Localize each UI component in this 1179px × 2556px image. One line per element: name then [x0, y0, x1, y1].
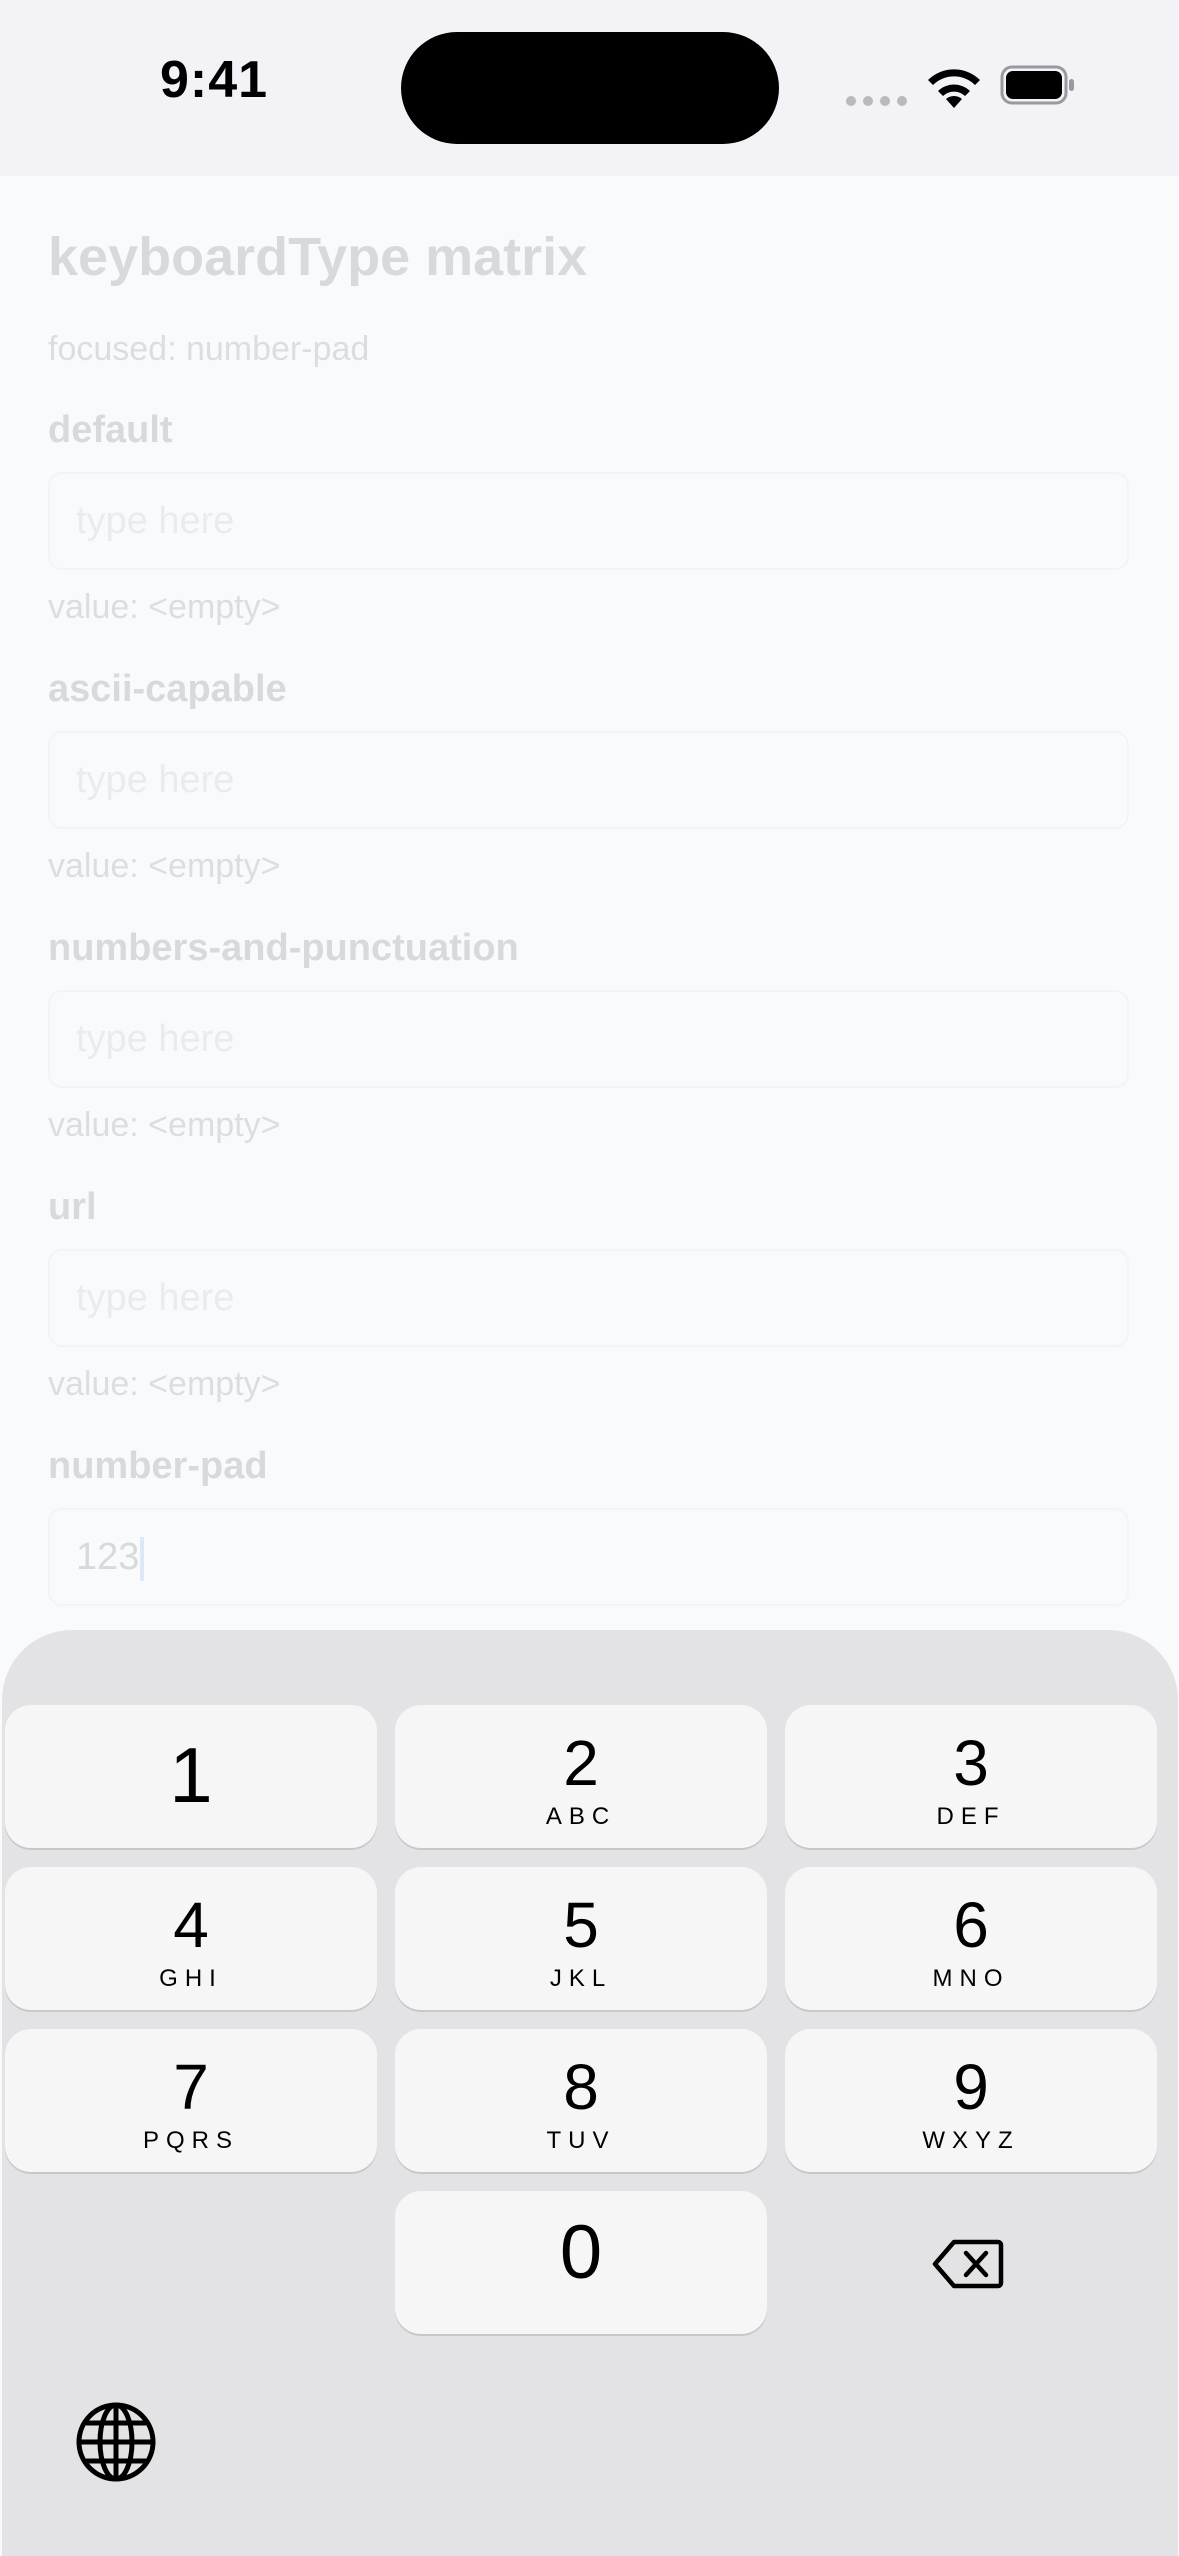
input-placeholder: type here [76, 759, 235, 801]
key-9[interactable]: 9 WXYZ [785, 2029, 1157, 2172]
key-7[interactable]: 7 PQRS [5, 2029, 377, 2172]
field-label-default: default [48, 409, 173, 451]
delete-backspace-icon[interactable] [932, 2238, 1004, 2290]
input-default[interactable]: type here [48, 472, 1129, 570]
key-4[interactable]: 4 GHI [5, 1867, 377, 2010]
value-default: value: <empty> [48, 588, 281, 626]
field-label-numbers-and-punctuation: numbers-and-punctuation [48, 927, 519, 969]
input-number-pad[interactable]: 123 [48, 1508, 1129, 1606]
key-6[interactable]: 6 MNO [785, 1867, 1157, 2010]
key-1[interactable]: 1 [5, 1705, 377, 1848]
input-placeholder: type here [76, 1018, 235, 1060]
field-label-number-pad: number-pad [48, 1445, 268, 1487]
input-value: 123 [76, 1536, 140, 1578]
globe-icon[interactable] [74, 2400, 158, 2484]
input-url[interactable]: type here [48, 1249, 1129, 1347]
battery-icon [1000, 65, 1074, 105]
input-numbers-and-punctuation[interactable]: type here [48, 990, 1129, 1088]
status-bar: 9:41 [0, 0, 1179, 176]
key-3[interactable]: 3 DEF [785, 1705, 1157, 1848]
value-url: value: <empty> [48, 1365, 281, 1403]
key-2[interactable]: 2 ABC [395, 1705, 767, 1848]
wifi-icon [928, 69, 980, 108]
value-ascii-capable: value: <empty> [48, 847, 281, 885]
key-0[interactable]: 0 [395, 2191, 767, 2334]
key-8[interactable]: 8 TUV [395, 2029, 767, 2172]
input-placeholder: type here [76, 500, 235, 542]
value-numbers-and-punctuation: value: <empty> [48, 1106, 281, 1144]
input-placeholder: type here [76, 1277, 235, 1319]
input-ascii-capable[interactable]: type here [48, 731, 1129, 829]
status-time: 9:41 [160, 51, 269, 109]
text-caret [140, 1536, 145, 1581]
field-label-ascii-capable: ascii-capable [48, 668, 287, 710]
cellular-signal-icon [846, 96, 907, 106]
page-title: keyboardType matrix [48, 227, 588, 287]
key-5[interactable]: 5 JKL [395, 1867, 767, 2010]
focused-status: focused: number-pad [48, 330, 370, 368]
field-label-url: url [48, 1186, 97, 1228]
dynamic-island [401, 32, 779, 144]
